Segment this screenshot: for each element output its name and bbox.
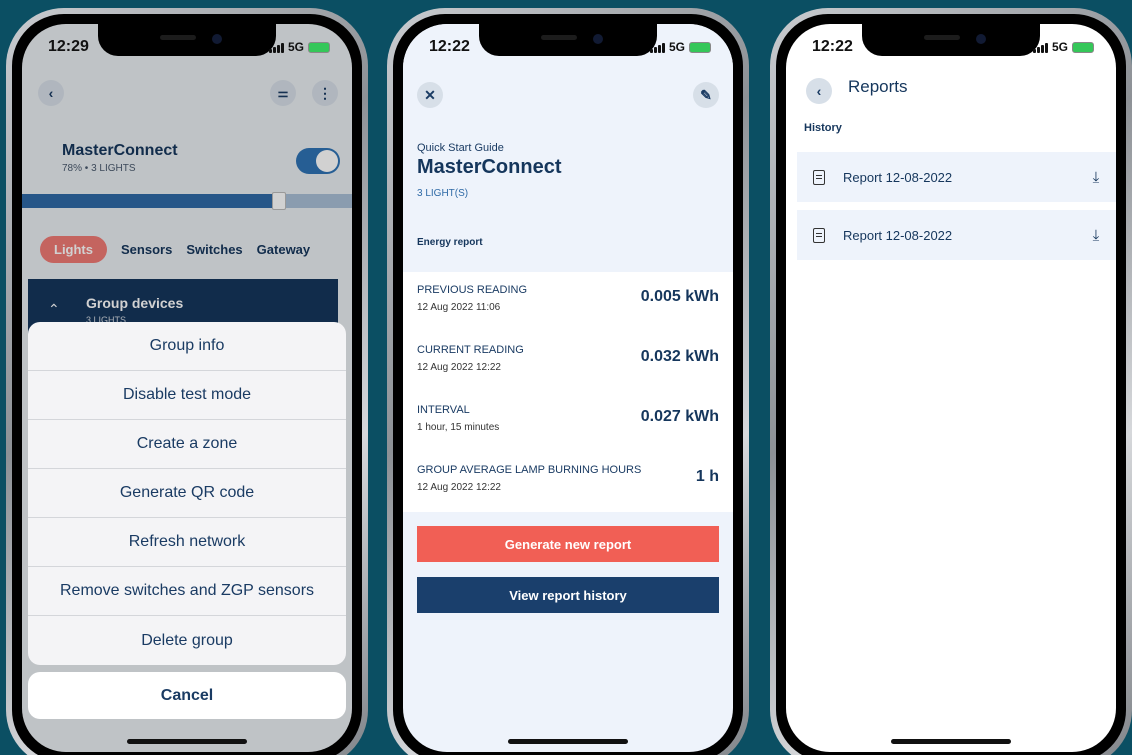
report-name: Report 12-08-2022	[843, 169, 953, 185]
screen: 12:22 5G ✕ ✎ Quick Start Guide MasterCon…	[403, 24, 733, 752]
menu-group-info[interactable]: Group info	[28, 322, 346, 371]
home-indicator[interactable]	[891, 739, 1011, 744]
close-icon[interactable]: ✕	[417, 82, 443, 108]
network-label: 5G	[668, 40, 685, 54]
signal-icon	[268, 42, 284, 53]
menu-create-zone[interactable]: Create a zone	[28, 420, 346, 469]
status-time: 12:22	[812, 38, 853, 55]
signal-icon	[1032, 42, 1048, 53]
reading-value: 0.005 kWh	[640, 288, 719, 305]
status-bar: 12:29 5G	[22, 38, 352, 60]
menu-remove-switches[interactable]: Remove switches and ZGP sensors	[28, 567, 346, 616]
reading-date: 12 Aug 2022 11:06	[417, 302, 501, 313]
menu-refresh-network[interactable]: Refresh network	[28, 518, 346, 567]
reading-date: 12 Aug 2022 12:22	[417, 362, 501, 373]
readings-list: PREVIOUS READING 12 Aug 2022 11:06 0.005…	[403, 272, 733, 512]
screen: 12:29 5G ‹ ⚌ ⋮ MasterConnect 78% • 3 LIG…	[22, 24, 352, 752]
guide-kicker: Quick Start Guide	[417, 142, 504, 154]
download-icon[interactable]: ⤓	[1076, 169, 1116, 186]
report-row[interactable]: Report 12-08-2022 ⤓	[797, 210, 1116, 260]
reading-date: 12 Aug 2022 12:22	[417, 482, 501, 493]
cancel-button[interactable]: Cancel	[28, 672, 346, 719]
page-title: Reports	[848, 77, 908, 96]
reading-date: 1 hour, 15 minutes	[417, 422, 500, 433]
section-title: Energy report	[417, 237, 483, 248]
reading-label: CURRENT READING	[417, 344, 524, 356]
download-icon[interactable]: ⤓	[1076, 227, 1116, 244]
reading-value: 1 h	[695, 468, 719, 485]
reading-label: GROUP AVERAGE LAMP BURNING HOURS	[417, 464, 642, 476]
phone-reports: 12:22 5G ‹ Reports History Report 12-08-…	[770, 8, 1132, 755]
reading-row: PREVIOUS READING 12 Aug 2022 11:06 0.005…	[417, 284, 719, 340]
reading-value: 0.027 kWh	[640, 408, 719, 425]
report-row[interactable]: Report 12-08-2022 ⤓	[797, 152, 1116, 202]
battery-icon	[1072, 41, 1094, 53]
status-time: 12:29	[48, 38, 89, 55]
menu-disable-test-mode[interactable]: Disable test mode	[28, 371, 346, 420]
menu-generate-qr[interactable]: Generate QR code	[28, 469, 346, 518]
document-icon	[813, 227, 825, 243]
reading-row: CURRENT READING 12 Aug 2022 12:22 0.032 …	[417, 344, 719, 400]
home-indicator[interactable]	[127, 739, 247, 744]
back-button[interactable]: ‹	[806, 78, 832, 104]
network-label: 5G	[1051, 40, 1068, 54]
battery-icon	[689, 41, 711, 53]
status-time: 12:22	[429, 38, 470, 55]
network-label: 5G	[287, 40, 304, 54]
reading-label: INTERVAL	[417, 404, 470, 416]
phone-energy-report: 12:22 5G ✕ ✎ Quick Start Guide MasterCon…	[387, 8, 749, 755]
section-title: History	[804, 122, 842, 134]
report-name: Report 12-08-2022	[843, 227, 953, 243]
phone-group-menu: 12:29 5G ‹ ⚌ ⋮ MasterConnect 78% • 3 LIG…	[6, 8, 368, 755]
reading-label: PREVIOUS READING	[417, 284, 528, 296]
screen: 12:22 5G ‹ Reports History Report 12-08-…	[786, 24, 1116, 752]
menu-delete-group[interactable]: Delete group	[28, 616, 346, 665]
reading-row: INTERVAL 1 hour, 15 minutes 0.027 kWh	[417, 404, 719, 460]
lights-count: 3 LIGHT(S)	[417, 188, 469, 199]
generate-report-button[interactable]: Generate new report	[417, 526, 719, 562]
edit-icon[interactable]: ✎	[693, 82, 719, 108]
page-title: MasterConnect	[417, 156, 562, 178]
status-bar: 12:22 5G	[403, 38, 733, 60]
reading-row: GROUP AVERAGE LAMP BURNING HOURS 12 Aug …	[417, 464, 719, 520]
status-bar: 12:22 5G	[786, 38, 1116, 60]
battery-icon	[308, 41, 330, 53]
home-indicator[interactable]	[508, 739, 628, 744]
reading-value: 0.032 kWh	[640, 348, 719, 365]
document-icon	[813, 169, 825, 185]
signal-icon	[649, 42, 665, 53]
action-sheet: Group info Disable test mode Create a zo…	[28, 322, 346, 665]
view-history-button[interactable]: View report history	[417, 577, 719, 613]
